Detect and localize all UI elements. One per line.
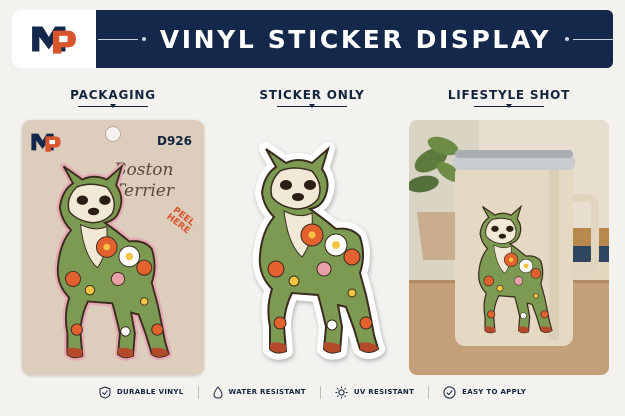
boston-terrier-sticker <box>252 142 385 360</box>
title-right-ornament <box>565 37 613 41</box>
mp-logo-icon <box>31 133 61 152</box>
header-title-wrap: VINYL STICKER DISPLAY <box>97 10 613 68</box>
feature-uv-resistant: UV RESISTANT <box>319 385 428 399</box>
features-bar: DURABLE VINYL WATER RESISTANT UV RESISTA… <box>0 380 625 404</box>
section-underline <box>78 104 148 108</box>
boston-terrier-sticker <box>54 163 172 361</box>
section-underline <box>474 104 544 108</box>
feature-label: DURABLE VINYL <box>116 388 184 396</box>
feature-easy-to-apply: EASY TO APPLY <box>428 385 540 399</box>
sticker-only-panel <box>222 120 394 375</box>
page-title: VINYL STICKER DISPLAY <box>159 24 552 54</box>
feature-water-resistant: WATER RESISTANT <box>197 385 320 399</box>
section-label-packaging: PACKAGING <box>18 88 208 108</box>
logo-box <box>12 10 98 68</box>
section-label-sticker-only: STICKER ONLY <box>217 88 407 108</box>
lifestyle-scene <box>409 120 609 375</box>
lifestyle-photo <box>409 120 609 375</box>
header-banner: VINYL STICKER DISPLAY <box>12 10 613 68</box>
title-left-ornament <box>97 37 146 41</box>
feature-label: WATER RESISTANT <box>228 388 306 396</box>
shield-check-icon <box>99 385 111 399</box>
check-circle-icon <box>443 385 456 399</box>
product-code: D926 <box>156 134 192 148</box>
hang-hole <box>105 126 121 142</box>
section-label-text: LIFESTYLE SHOT <box>447 88 571 102</box>
feature-label: UV RESISTANT <box>353 388 415 396</box>
water-drop-icon <box>213 385 223 399</box>
packaging-card: D926 Boston Terrier PEEL HERE <box>22 120 204 375</box>
mp-logo-icon <box>32 26 76 54</box>
sun-icon <box>335 386 348 398</box>
feature-durable-vinyl: DURABLE VINYL <box>85 385 198 399</box>
feature-label: EASY TO APPLY <box>462 388 527 396</box>
section-label-text: STICKER ONLY <box>259 88 365 102</box>
section-label-lifestyle: LIFESTYLE SHOT <box>414 88 604 108</box>
section-underline <box>277 104 347 108</box>
section-label-text: PACKAGING <box>70 88 156 102</box>
